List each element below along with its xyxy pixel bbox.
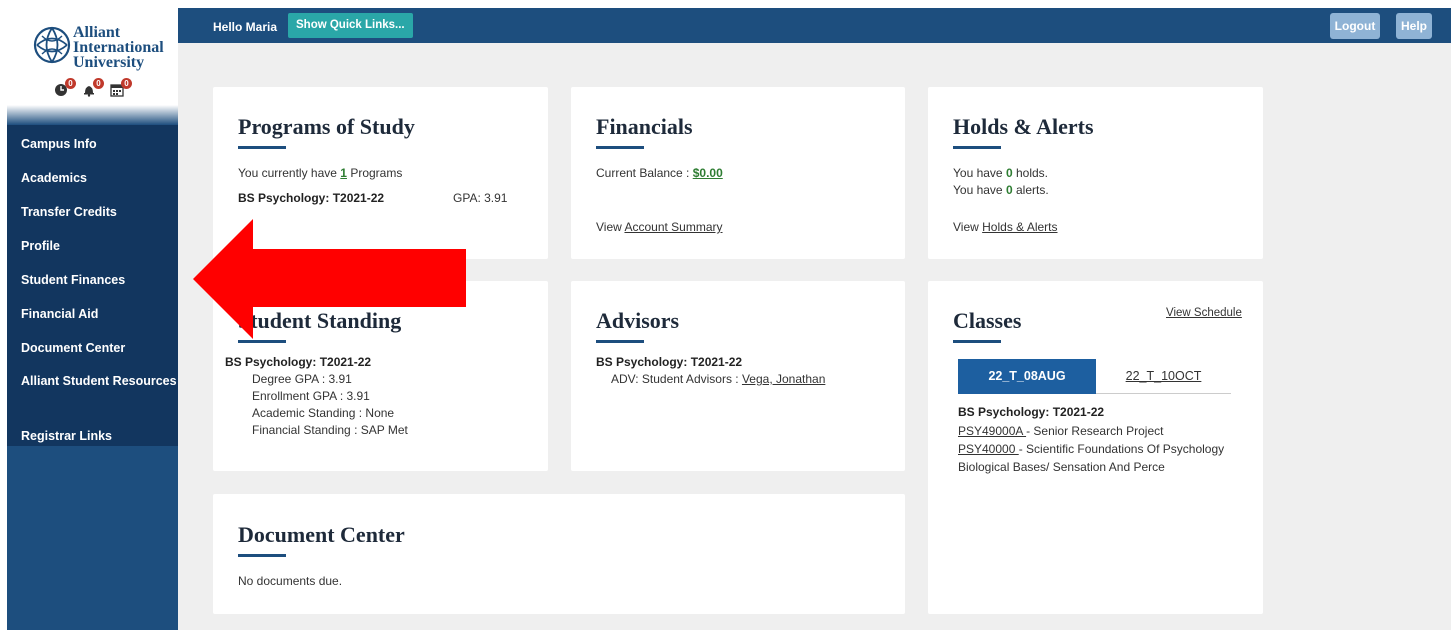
- holds-count-text: You have 0 holds.: [953, 166, 1048, 180]
- sidebar-item-student-finances[interactable]: Student Finances: [7, 265, 178, 299]
- standing-program: BS Psychology: T2021-22: [225, 355, 372, 369]
- holds-view-prefix: View: [953, 220, 983, 234]
- sidebar-item-document-center[interactable]: Document Center: [7, 333, 178, 367]
- program-name: BS Psychology: T2021-22: [238, 191, 385, 205]
- advisor-name-link[interactable]: Vega, Jonathan: [742, 372, 825, 386]
- bell-badge[interactable]: 0: [82, 78, 104, 98]
- sidebar-divider: [7, 105, 178, 125]
- classes-program: BS Psychology: T2021-22: [958, 405, 1105, 419]
- enrollment-gpa: Enrollment GPA : 3.91: [252, 389, 370, 403]
- course-desc: - Senior Research Project: [1026, 424, 1164, 438]
- course-row: PSY40000 - Scientific Foundations Of Psy…: [958, 442, 1224, 456]
- holds-underline: [953, 146, 1001, 149]
- university-name: Alliant International University: [73, 24, 164, 71]
- programs-underline: [238, 146, 286, 149]
- sidebar-item-campus-info[interactable]: Campus Info: [7, 129, 178, 163]
- programs-count-text: You currently have 1 Programs: [238, 166, 402, 180]
- calendar-badge-count: 0: [121, 78, 132, 89]
- programs-count-suffix: Programs: [346, 166, 403, 180]
- bell-badge-count: 0: [93, 78, 104, 89]
- tab-22-t-10oct[interactable]: 22_T_10OCT: [1096, 359, 1231, 394]
- tab-22-t-08aug[interactable]: 22_T_08AUG: [958, 359, 1096, 394]
- academic-standing: Academic Standing : None: [252, 406, 395, 420]
- course-row: PSY49000A - Senior Research Project: [958, 424, 1163, 438]
- program-gpa: GPA: 3.91: [453, 191, 508, 205]
- financials-card: Financials Current Balance : $0.00 View …: [571, 87, 905, 259]
- sidebar-item-alliant-student-resources[interactable]: Alliant Student Resources: [7, 367, 178, 421]
- documents-status: No documents due.: [238, 574, 343, 588]
- help-button[interactable]: Help: [1396, 13, 1432, 39]
- alerts-count: 0: [1005, 183, 1013, 197]
- current-balance: Current Balance : $0.00: [596, 166, 723, 180]
- financials-underline: [596, 146, 644, 149]
- sidebar-item-profile[interactable]: Profile: [7, 231, 178, 265]
- advisors-title: Advisors: [596, 308, 680, 333]
- app-root: Alliant International University 0 0 0 C…: [0, 0, 1451, 630]
- logo-line-2: International: [73, 39, 164, 56]
- view-account-summary: View Account Summary: [596, 220, 723, 234]
- programs-title: Programs of Study: [238, 114, 415, 139]
- alerts-suffix: alerts.: [1012, 183, 1049, 197]
- account-summary-prefix: View: [596, 220, 625, 234]
- programs-count-link[interactable]: 1: [340, 166, 347, 180]
- holds-prefix: You have: [953, 166, 1006, 180]
- balance-label: Current Balance :: [596, 166, 693, 180]
- classes-underline: [953, 340, 1001, 343]
- balance-link[interactable]: $0.00: [693, 166, 723, 180]
- document-center-title: Document Center: [238, 522, 405, 547]
- sidebar-nav: Campus Info Academics Transfer Credits P…: [7, 125, 178, 446]
- advisors-underline: [596, 340, 644, 343]
- standing-underline: [238, 340, 286, 343]
- course-extra: Biological Bases/ Sensation And Perce: [958, 460, 1165, 474]
- sidebar-item-registrar-links[interactable]: Registrar Links: [7, 421, 178, 455]
- logo-line-1: Alliant: [73, 24, 121, 41]
- holds-suffix: holds.: [1012, 166, 1048, 180]
- advisor-label: ADV: Student Advisors :: [611, 372, 742, 386]
- university-logo-icon: [33, 26, 71, 64]
- holds-count: 0: [1005, 166, 1013, 180]
- clock-badge[interactable]: 0: [54, 78, 76, 98]
- alerts-prefix: You have: [953, 183, 1006, 197]
- greeting: Hello Maria: [213, 20, 278, 34]
- sidebar: Alliant International University 0 0 0 C…: [7, 8, 178, 630]
- holds-title: Holds & Alerts: [953, 114, 1094, 139]
- logo-line-3: University: [73, 54, 145, 71]
- advisor-line: ADV: Student Advisors : Vega, Jonathan: [611, 372, 825, 386]
- red-arrow-annotation: [193, 219, 466, 339]
- sidebar-item-academics[interactable]: Academics: [7, 163, 178, 197]
- show-quick-links-button[interactable]: Show Quick Links...: [288, 13, 413, 38]
- document-center-card: Document Center No documents due.: [213, 494, 905, 614]
- sidebar-item-transfer-credits[interactable]: Transfer Credits: [7, 197, 178, 231]
- course-desc: - Scientific Foundations Of Psychology: [1018, 442, 1225, 456]
- notification-badges: 0 0 0: [54, 78, 132, 98]
- classes-title: Classes: [953, 308, 1022, 333]
- calendar-badge[interactable]: 0: [110, 78, 132, 98]
- clock-badge-count: 0: [65, 78, 76, 89]
- classes-card: Classes View Schedule 22_T_08AUG 22_T_10…: [928, 281, 1263, 614]
- holds-alerts-link[interactable]: Holds & Alerts: [982, 220, 1057, 234]
- account-summary-link[interactable]: Account Summary: [624, 220, 722, 234]
- advisors-program: BS Psychology: T2021-22: [596, 355, 743, 369]
- advisors-card: Advisors BS Psychology: T2021-22 ADV: St…: [571, 281, 905, 471]
- degree-gpa: Degree GPA : 3.91: [252, 372, 352, 386]
- view-holds-alerts: View Holds & Alerts: [953, 220, 1058, 234]
- logo-area: Alliant International University 0 0 0: [7, 8, 178, 105]
- view-schedule-link[interactable]: View Schedule: [1166, 307, 1242, 319]
- alerts-count-text: You have 0 alerts.: [953, 183, 1049, 197]
- holds-card: Holds & Alerts You have 0 holds. You hav…: [928, 87, 1263, 259]
- document-center-underline: [238, 554, 286, 557]
- financial-standing: Financial Standing : SAP Met: [252, 423, 408, 437]
- course-code-link[interactable]: PSY49000A: [958, 424, 1026, 438]
- financials-title: Financials: [596, 114, 693, 139]
- sidebar-item-financial-aid[interactable]: Financial Aid: [7, 299, 178, 333]
- top-bar: Hello Maria Show Quick Links... Logout H…: [178, 8, 1451, 43]
- logout-button[interactable]: Logout: [1330, 13, 1380, 39]
- programs-count-prefix: You currently have: [238, 166, 341, 180]
- course-code-link[interactable]: PSY40000: [958, 442, 1019, 456]
